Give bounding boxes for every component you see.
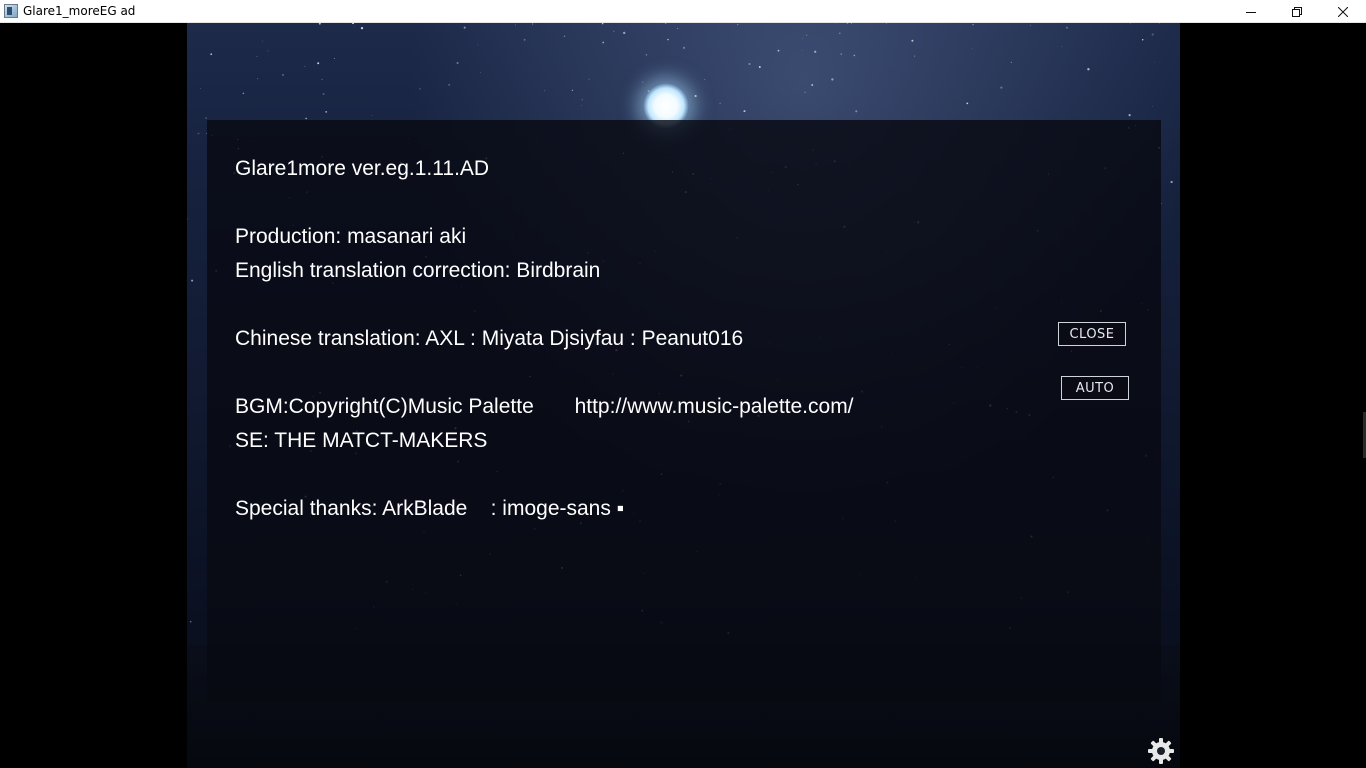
minimize-icon: [1246, 11, 1256, 13]
credit-thanks: Special thanks: ArkBlade : imoge-sans ▪: [235, 497, 625, 520]
close-icon: [1338, 6, 1348, 17]
auto-button[interactable]: AUTO: [1061, 376, 1129, 400]
window-titlebar[interactable]: Glare1_moreEG ad: [0, 0, 1366, 23]
restore-button[interactable]: [1274, 0, 1320, 23]
credit-bgm: BGM:Copyright(C)Music Palette http://www…: [235, 395, 854, 418]
close-button[interactable]: CLOSE: [1058, 322, 1126, 346]
restore-icon: [1292, 6, 1302, 17]
credits-panel: Glare1more ver.eg.1.11.AD Production: ma…: [207, 120, 1161, 702]
minimize-button[interactable]: [1228, 0, 1274, 23]
app-icon: [4, 4, 18, 18]
credits-text: Glare1more ver.eg.1.11.AD Production: ma…: [235, 152, 854, 526]
credit-production: Production: masanari aki: [235, 225, 467, 248]
window-controls: [1228, 0, 1366, 23]
credit-version: Glare1more ver.eg.1.11.AD: [235, 157, 490, 180]
credit-se: SE: THE MATCT-MAKERS: [235, 429, 488, 452]
credit-english: English translation correction: Birdbrai…: [235, 259, 601, 282]
close-window-button[interactable]: [1320, 0, 1366, 23]
credit-chinese: Chinese translation: AXL : Miyata Djsiyf…: [235, 327, 744, 350]
gear-icon[interactable]: [1146, 736, 1176, 766]
window-title: Glare1_moreEG ad: [23, 4, 136, 18]
game-screen: Glare1more ver.eg.1.11.AD Production: ma…: [187, 23, 1180, 768]
